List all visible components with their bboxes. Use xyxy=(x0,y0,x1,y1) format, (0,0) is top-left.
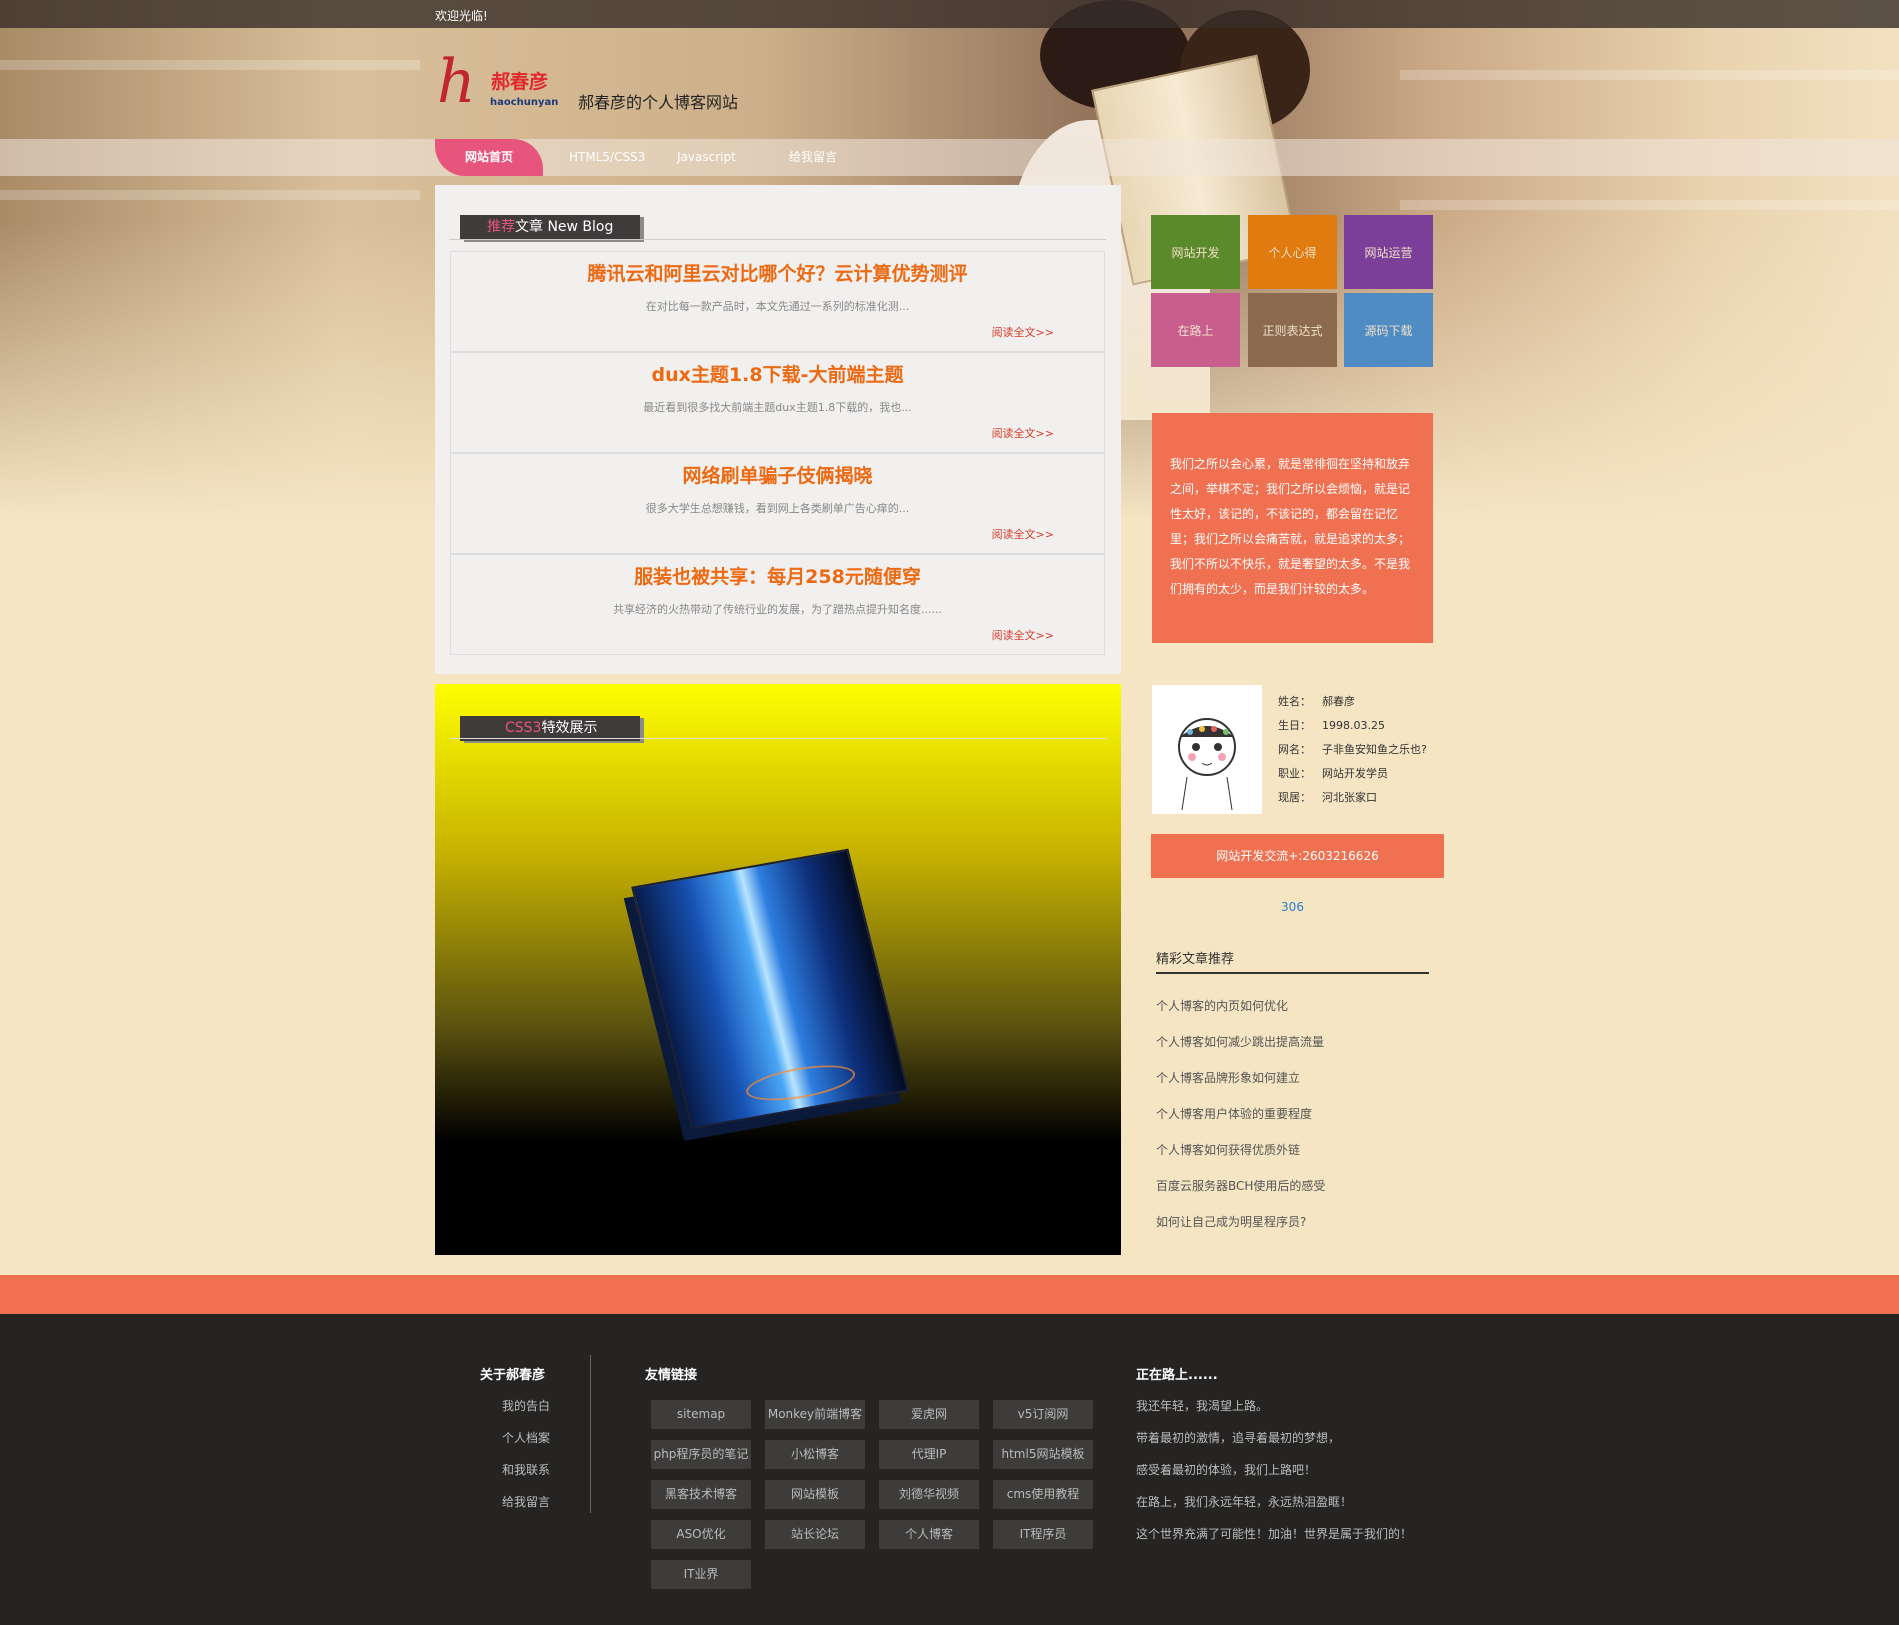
avatar xyxy=(1152,685,1262,814)
friend-link[interactable]: Monkey前端博客 xyxy=(765,1400,865,1429)
logo-name: 郝春彦 xyxy=(491,71,549,93)
site-logo[interactable]: h 郝春彦 haochunyan xyxy=(437,47,559,125)
friend-link[interactable]: 黑客技术博客 xyxy=(651,1480,751,1509)
nav-item-home[interactable]: 网站首页 xyxy=(435,139,543,176)
site-tagline: 郝春彦的个人博客网站 xyxy=(578,93,739,112)
friend-link[interactable]: 爱虎网 xyxy=(879,1400,979,1429)
post-excerpt: 共享经济的火热带动了传统行业的发展，为了蹭热点提升知名度...... xyxy=(613,603,942,616)
footer-road-title: 正在路上...... xyxy=(1136,1368,1218,1383)
road-line: 感受着最初的体验，我们上路吧！ xyxy=(1136,1463,1317,1477)
read-more-link[interactable]: 阅读全文>> xyxy=(992,425,1054,441)
logo-glyph: h xyxy=(437,47,476,117)
tile-on-the-road[interactable]: 在路上 xyxy=(1151,293,1240,367)
footer-links-title: 友情链接 xyxy=(645,1368,698,1383)
title-highlight: CSS3 xyxy=(505,720,542,736)
title-rest: 特效展示 xyxy=(541,720,598,736)
read-more-link[interactable]: 阅读全文>> xyxy=(992,324,1054,340)
friend-link[interactable]: v5订阅网 xyxy=(993,1400,1093,1429)
post-excerpt: 很多大学生总想赚钱，看到网上各类刷单广告心痒的... xyxy=(645,502,910,515)
logo-pinyin: haochunyan xyxy=(490,97,559,108)
recommend-link[interactable]: 如何让自己成为明星程序员? xyxy=(1156,1213,1306,1230)
friend-link[interactable]: 个人博客 xyxy=(879,1520,979,1549)
post-excerpt: 最近看到很多找大前端主题dux主题1.8下载的，我也... xyxy=(643,401,912,414)
post-excerpt: 在对比每一款产品时，本文先通过一系列的标准化测... xyxy=(645,300,910,313)
tile-personal[interactable]: 个人心得 xyxy=(1248,215,1337,289)
css3-showcase-section: CSS3特效展示 xyxy=(435,684,1121,1255)
post-title[interactable]: 网络刷单骗子伎俩揭晓 xyxy=(451,461,1104,488)
recommend-link[interactable]: 百度云服务器BCH使用后的感受 xyxy=(1156,1177,1325,1194)
footer xyxy=(0,1314,1899,1625)
friend-link[interactable]: ASO优化 xyxy=(651,1520,751,1549)
recommend-link[interactable]: 个人博客的内页如何优化 xyxy=(1156,997,1288,1014)
read-more-link[interactable]: 阅读全文>> xyxy=(992,627,1054,643)
friend-link[interactable]: IT程序员 xyxy=(993,1520,1093,1549)
tile-source-download[interactable]: 源码下载 xyxy=(1344,293,1433,367)
recommend-divider xyxy=(1156,972,1429,974)
road-line: 带着最初的激情，追寻着最初的梦想， xyxy=(1136,1431,1341,1445)
road-line: 这个世界充满了可能性！加油！世界是属于我们的！ xyxy=(1136,1527,1413,1541)
friend-link[interactable]: 代理IP xyxy=(879,1440,979,1469)
friend-link[interactable]: IT业界 xyxy=(651,1560,751,1589)
recommend-title: 精彩文章推荐 xyxy=(1156,952,1235,967)
recommend-link[interactable]: 个人博客如何获得优质外链 xyxy=(1156,1141,1300,1158)
friend-link[interactable]: html5网站模板 xyxy=(993,1440,1093,1469)
title-highlight: 推荐 xyxy=(487,219,515,235)
friend-link[interactable]: 网站模板 xyxy=(765,1480,865,1509)
blog-post: 腾讯云和阿里云对比哪个好？云计算优势测评 在对比每一款产品时，本文先通过一系列的… xyxy=(450,251,1105,352)
read-more-link[interactable]: 阅读全文>> xyxy=(992,526,1054,542)
friend-link[interactable]: 刘德华视频 xyxy=(879,1480,979,1509)
new-blog-section: 推荐文章 New Blog 腾讯云和阿里云对比哪个好？云计算优势测评 在对比每一… xyxy=(435,185,1121,674)
blog-post: 服装也被共享：每月258元随便穿 共享经济的火热带动了传统行业的发展，为了蹭热点… xyxy=(450,554,1105,655)
footer-about-link[interactable]: 和我联系 xyxy=(502,1461,550,1478)
blog-post: 网络刷单骗子伎俩揭晓 很多大学生总想赚钱，看到网上各类刷单广告心痒的... 阅读… xyxy=(450,453,1105,554)
recommend-link[interactable]: 个人博客用户体验的重要程度 xyxy=(1156,1105,1312,1122)
rotating-cube-image xyxy=(631,848,909,1130)
title-rest: 文章 New Blog xyxy=(515,219,614,235)
friend-link[interactable]: php程序员的笔记 xyxy=(651,1440,751,1469)
profile-location: 现居： 河北张家口 xyxy=(1278,791,1377,804)
qq-contact-button[interactable]: 网站开发交流+:2603216626 xyxy=(1151,834,1444,878)
divider xyxy=(450,738,1107,739)
quote-box: 我们之所以会心累，就是常徘徊在坚持和放弃之间，举棋不定；我们之所以会烦恼，就是记… xyxy=(1152,413,1433,643)
top-bar: 欢迎光临! xyxy=(0,0,1899,28)
nav-bar-background xyxy=(0,139,1899,176)
footer-about-link[interactable]: 我的告白 xyxy=(502,1397,550,1414)
profile-name: 姓名： 郝春彦 xyxy=(1278,695,1355,708)
welcome-text: 欢迎光临! xyxy=(435,9,488,23)
profile-birthday: 生日： 1998.03.25 xyxy=(1278,719,1385,732)
friend-link[interactable]: 小松博客 xyxy=(765,1440,865,1469)
footer-divider xyxy=(590,1355,591,1513)
new-blog-title: 推荐文章 New Blog xyxy=(460,215,640,240)
main-nav: 网站首页 HTML5/CSS3 Javascript 给我留言 xyxy=(435,139,867,176)
footer-accent-bar xyxy=(0,1275,1899,1314)
post-title[interactable]: 腾讯云和阿里云对比哪个好？云计算优势测评 xyxy=(451,259,1104,286)
tile-regex[interactable]: 正则表达式 xyxy=(1248,293,1337,367)
nav-item-javascript[interactable]: Javascript xyxy=(651,139,759,176)
post-title[interactable]: 服装也被共享：每月258元随便穿 xyxy=(451,562,1104,589)
footer-about-link[interactable]: 给我留言 xyxy=(502,1493,550,1510)
visit-counter: 306 xyxy=(1281,900,1304,914)
nav-item-guestbook[interactable]: 给我留言 xyxy=(759,139,867,176)
profile-nickname: 网名： 子非鱼安知鱼之乐也? xyxy=(1278,743,1427,756)
footer-about-link[interactable]: 个人档案 xyxy=(502,1429,550,1446)
post-title[interactable]: dux主题1.8下载-大前端主题 xyxy=(451,360,1104,387)
friend-link[interactable]: sitemap xyxy=(651,1400,751,1429)
road-line: 在路上，我们永远年轻，永远热泪盈眶！ xyxy=(1136,1495,1353,1509)
tile-web-dev[interactable]: 网站开发 xyxy=(1151,215,1240,289)
profile-job: 职业： 网站开发学员 xyxy=(1278,767,1388,780)
nav-item-html5-css3[interactable]: HTML5/CSS3 xyxy=(543,139,651,176)
friend-link[interactable]: cms使用教程 xyxy=(993,1480,1093,1509)
recommend-link[interactable]: 个人博客如何减少跳出提高流量 xyxy=(1156,1033,1324,1050)
blog-post: dux主题1.8下载-大前端主题 最近看到很多找大前端主题dux主题1.8下载的… xyxy=(450,352,1105,453)
tile-web-ops[interactable]: 网站运营 xyxy=(1344,215,1433,289)
friend-link[interactable]: 站长论坛 xyxy=(765,1520,865,1549)
footer-about-title: 关于郝春彦 xyxy=(480,1368,546,1383)
recommend-link[interactable]: 个人博客品牌形象如何建立 xyxy=(1156,1069,1300,1086)
category-tiles: 网站开发 个人心得 网站运营 在路上 正则表达式 源码下载 xyxy=(1151,215,1434,367)
divider xyxy=(449,239,1106,240)
road-line: 我还年轻，我渴望上路。 xyxy=(1136,1399,1269,1413)
